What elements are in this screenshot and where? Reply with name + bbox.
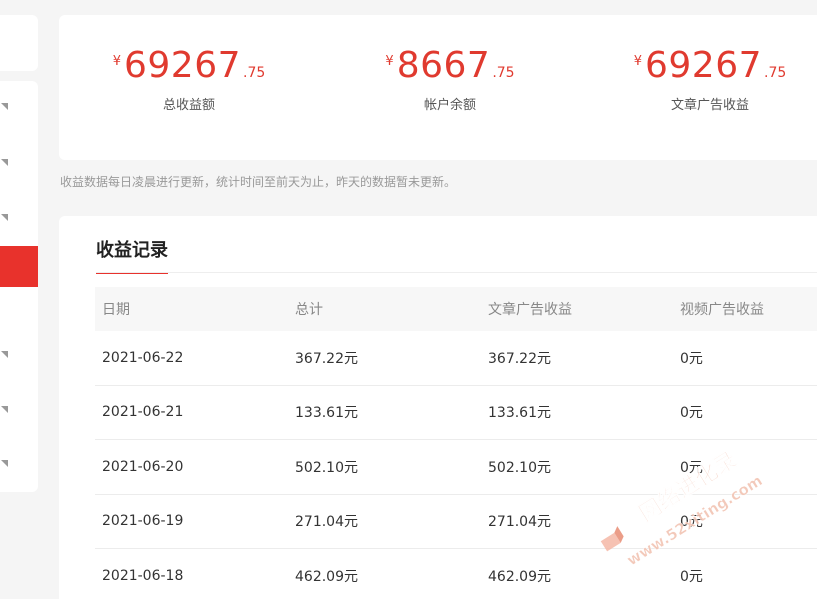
cell-date: 2021-06-22 (102, 349, 184, 366)
sidebar-item-active[interactable] (0, 246, 38, 287)
stat-value: ¥69267.75 (600, 48, 817, 84)
stat-integer: 69267 (123, 45, 242, 86)
cell-date: 2021-06-19 (102, 513, 184, 530)
stat-value: ¥8667.75 (340, 48, 560, 84)
cell-total: 367.22元 (295, 350, 358, 367)
column-header-article-ad: 文章广告收益 (488, 302, 572, 318)
records-table: 日期 总计 文章广告收益 视频广告收益 2021-06-22 367.22元 3… (95, 287, 817, 599)
stat-decimal: .75 (764, 65, 787, 81)
cell-total: 462.09元 (295, 568, 358, 585)
column-header-date: 日期 (102, 302, 130, 318)
stat-label: 总收益额 (162, 98, 215, 113)
divider (96, 272, 817, 273)
cell-article-ad: 367.22元 (488, 350, 551, 367)
stat-total-earnings: ¥69267.75 总收益额 (79, 48, 299, 114)
earnings-summary-card: ¥69267.75 总收益额 ¥8667.75 帐户余额 ¥69267.75 文… (59, 15, 817, 160)
cell-total: 502.10元 (295, 459, 358, 476)
sidebar-item-expand-icon[interactable] (0, 212, 10, 222)
cell-article-ad: 502.10元 (488, 459, 551, 476)
column-header-video-ad: 视频广告收益 (680, 302, 764, 318)
sidebar-item-expand-icon[interactable] (0, 458, 10, 468)
stat-value: ¥69267.75 (79, 48, 299, 84)
table-row: 2021-06-21 133.61元 133.61元 0元 (95, 386, 817, 440)
page: ¥69267.75 总收益额 ¥8667.75 帐户余额 ¥69267.75 文… (0, 0, 817, 599)
cell-date: 2021-06-18 (102, 567, 184, 584)
cell-video-ad: 0元 (680, 514, 703, 531)
stat-decimal: .75 (492, 65, 515, 81)
table-row: 2021-06-18 462.09元 462.09元 0元 (95, 549, 817, 599)
cell-article-ad: 271.04元 (488, 514, 551, 531)
stat-account-balance: ¥8667.75 帐户余额 (340, 48, 560, 114)
stat-label: 文章广告收益 (670, 98, 749, 113)
cell-total: 271.04元 (295, 514, 358, 531)
sidebar-header (0, 15, 38, 71)
cell-article-ad: 133.61元 (488, 405, 551, 422)
table-row: 2021-06-22 367.22元 367.22元 0元 (95, 331, 817, 386)
sidebar-item-expand-icon[interactable] (0, 157, 10, 167)
table-row: 2021-06-20 502.10元 502.10元 0元 (95, 440, 817, 495)
stat-integer: 69267 (644, 45, 763, 86)
cell-video-ad: 0元 (680, 568, 703, 585)
sidebar-item-expand-icon[interactable] (0, 101, 10, 111)
cell-video-ad: 0元 (680, 405, 703, 422)
cell-video-ad: 0元 (680, 459, 703, 476)
cell-date: 2021-06-20 (102, 458, 184, 475)
cell-date: 2021-06-21 (102, 404, 184, 421)
stat-integer: 8667 (396, 45, 491, 86)
stat-decimal: .75 (243, 65, 266, 81)
stat-label: 帐户余额 (423, 98, 476, 113)
cell-total: 133.61元 (295, 405, 358, 422)
earnings-records-card: 收益记录 日期 总计 文章广告收益 视频广告收益 2021-06-22 367.… (59, 216, 817, 599)
currency-symbol: ¥ (633, 54, 642, 69)
cell-video-ad: 0元 (680, 350, 703, 367)
currency-symbol: ¥ (385, 54, 394, 69)
table-row: 2021-06-19 271.04元 271.04元 0元 (95, 495, 817, 549)
update-note: 收益数据每日凌晨进行更新，统计时间至前天为止，昨天的数据暂未更新。 (60, 175, 457, 189)
tab-earnings-records[interactable]: 收益记录 (96, 236, 168, 274)
table-header: 日期 总计 文章广告收益 视频广告收益 (95, 287, 817, 331)
sidebar-item-expand-icon[interactable] (0, 404, 10, 414)
cell-article-ad: 462.09元 (488, 568, 551, 585)
column-header-total: 总计 (295, 302, 323, 318)
currency-symbol: ¥ (112, 54, 121, 69)
sidebar-item-expand-icon[interactable] (0, 349, 10, 359)
stat-article-ad-earnings: ¥69267.75 文章广告收益 (600, 48, 817, 114)
